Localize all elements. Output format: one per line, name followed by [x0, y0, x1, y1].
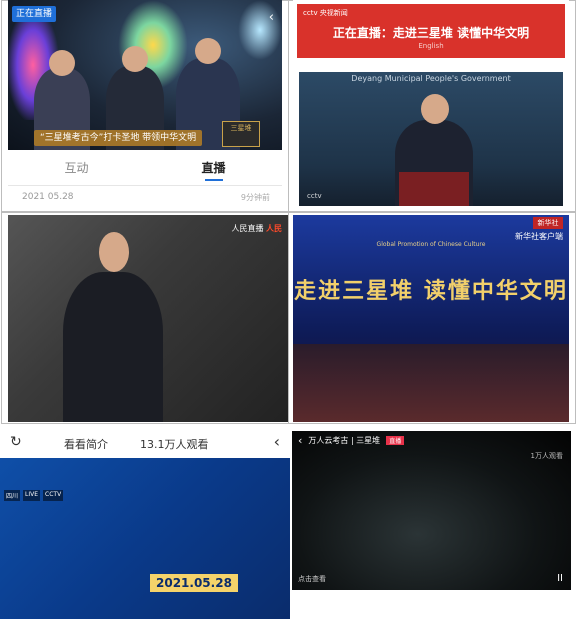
intro-link[interactable]: 看看简介: [64, 436, 108, 452]
back-icon[interactable]: ‹: [298, 434, 302, 447]
watermark: 新华社客户端: [515, 232, 563, 241]
host-video[interactable]: 人民直播 人民: [8, 215, 288, 422]
tag: LIVE: [23, 490, 41, 501]
logo-mark: 人民: [266, 224, 282, 233]
language-link[interactable]: English: [297, 42, 565, 50]
logo: 人民直播 人民: [231, 223, 282, 234]
event-subtitle: Global Promotion of Chinese Culture: [376, 241, 486, 248]
cctv-logo: cctv 央视新闻: [303, 9, 348, 17]
live-video: [292, 431, 571, 590]
stage-light: [238, 0, 282, 60]
date: 2021 05.28: [22, 192, 74, 202]
live-badge: 直播: [386, 435, 405, 445]
backdrop-text: Deyang Municipal People's Government: [351, 74, 511, 83]
watermark: cctv: [307, 192, 322, 200]
refresh-icon[interactable]: ↻: [10, 434, 22, 450]
podium: [399, 172, 469, 206]
date-badge: 2021.05.28: [150, 574, 238, 592]
logo-badge: 三星堆: [222, 121, 260, 147]
chevron-left-icon[interactable]: ‹: [269, 10, 274, 25]
video-title: 万人云考古 | 三星堆: [308, 435, 381, 445]
top-bar: ↻ 看看简介 13.1万人观看 ‹: [0, 428, 290, 456]
xinhua-badge: 新华社: [533, 217, 563, 229]
header-banner: cctv 央视新闻 正在直播：走进三星堆 读懂中华文明 English: [297, 4, 565, 58]
channel-tags: 四川 LIVE CCTV: [4, 490, 64, 501]
concert-video[interactable]: 新华社 新华社客户端 Global Promotion of Chinese C…: [293, 215, 569, 422]
chevron-right-icon[interactable]: ‹: [274, 432, 280, 451]
pause-icon[interactable]: II: [557, 573, 563, 584]
watch-app-screen: ↻ 看看简介 13.1万人观看 ‹ 四川 LIVE CCTV 2021.05.2…: [0, 428, 290, 619]
viewer-count: 1万人观看: [530, 452, 563, 460]
tab-bar: 互动 直播: [8, 150, 282, 186]
bottom-link[interactable]: 点击查看: [298, 574, 326, 584]
time-ago: 9分钟前: [240, 193, 270, 202]
caption: “三星堆考古今”打卡圣地 带领中华文明: [34, 130, 203, 146]
dark-video-screen[interactable]: ‹ 万人云考古 | 三星堆 直播 1万人观看 点击查看 II: [292, 431, 571, 590]
live-badge: 正在直播: [12, 6, 57, 22]
banner-title: 正在直播：走进三星堆 读懂中华文明: [332, 26, 530, 40]
tag: 四川: [4, 490, 21, 501]
live-video[interactable]: 正在直播 ‹ “三星堆考古今”打卡圣地 带领中华文明 三星堆: [8, 0, 282, 150]
tab-live[interactable]: 直播: [145, 150, 282, 185]
viewer-count: 13.1万人观看: [140, 438, 209, 451]
event-title: 走进三星堆 读懂中华文明: [294, 278, 568, 304]
live-app-screen: 正在直播 ‹ “三星堆考古今”打卡圣地 带领中华文明 三星堆 互动 直播 202…: [8, 0, 282, 208]
host-figure: [63, 232, 163, 422]
video-top-bar: ‹ 万人云考古 | 三星堆 直播: [292, 431, 571, 449]
tag: CCTV: [43, 490, 64, 501]
live-video[interactable]: 四川 LIVE CCTV 2021.05.28: [0, 458, 290, 619]
cctv-live-screen: cctv 央视新闻 正在直播：走进三星堆 读懂中华文明 English Deya…: [293, 0, 569, 208]
logo-text: 人民直播: [231, 224, 264, 233]
live-video[interactable]: Deyang Municipal People's Government cct…: [299, 72, 563, 206]
orchestra-stage: [293, 344, 569, 422]
tab-interact[interactable]: 互动: [8, 150, 145, 185]
